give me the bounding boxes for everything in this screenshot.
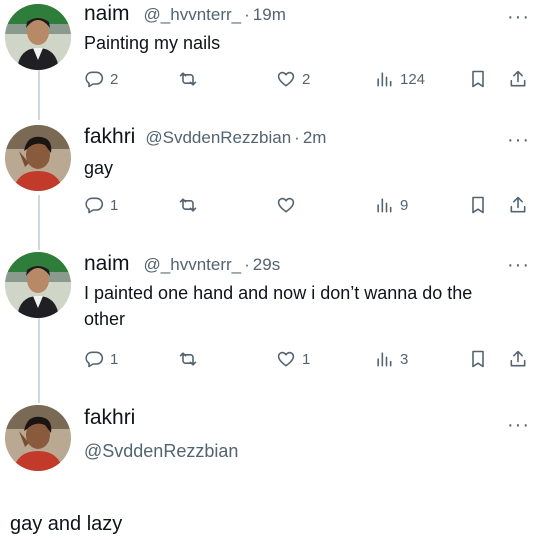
reply-button[interactable]: 2 [84, 66, 118, 92]
tweet-header: naim @_hvvnterr_ · 19m [84, 2, 286, 28]
bookmark-button[interactable] [468, 66, 488, 92]
avatar-naim-image [5, 252, 71, 318]
action-bar: 1 1 3 [84, 346, 530, 372]
views-icon [377, 72, 392, 87]
tweet-text: gay and lazy [10, 513, 123, 535]
reply-button[interactable]: 1 [84, 192, 118, 218]
user-handle[interactable]: @_hvvnterr_ [144, 5, 242, 25]
user-handle[interactable]: @SvddenRezzbian [84, 441, 238, 462]
like-icon [277, 351, 295, 367]
bookmark-icon [472, 196, 484, 214]
share-button[interactable] [508, 346, 528, 372]
views-button[interactable]: 124 [374, 66, 425, 92]
retweet-icon [179, 72, 197, 86]
separator: · [294, 128, 300, 147]
tweet-header: fakhri [84, 406, 149, 432]
view-count: 3 [400, 350, 409, 368]
timestamp[interactable]: 19m [253, 5, 286, 25]
bookmark-button[interactable] [468, 192, 488, 218]
more-icon[interactable]: ··· [507, 130, 530, 150]
more-icon[interactable]: ··· [507, 415, 530, 435]
reply-icon [85, 71, 104, 88]
bookmark-icon [472, 350, 484, 368]
tweet[interactable]: naim @_hvvnterr_ · 19m ··· Painting my n… [0, 0, 540, 110]
tweet-header: fakhri @SvddenRezzbian · 2m [84, 125, 326, 151]
like-count: 1 [302, 350, 311, 368]
like-count: 2 [302, 70, 311, 88]
tweet-header: naim @_hvvnterr_ · 29s [84, 252, 280, 278]
tweet-text: Painting my nails [84, 33, 221, 53]
bookmark-button[interactable] [468, 346, 488, 372]
views-button[interactable]: 3 [374, 346, 408, 372]
user-handle[interactable]: @_hvvnterr_ [144, 255, 242, 275]
views-button[interactable]: 9 [374, 192, 408, 218]
bookmark-icon [472, 70, 484, 88]
avatar[interactable] [5, 125, 71, 191]
like-button[interactable]: 2 [276, 66, 310, 92]
action-bar: 1 9 [84, 192, 530, 218]
reply-count: 1 [110, 350, 119, 368]
like-button[interactable]: 1 [276, 346, 310, 372]
like-icon [277, 71, 295, 87]
timestamp[interactable]: 2m [303, 128, 327, 148]
retweet-icon [179, 352, 197, 366]
share-icon [510, 70, 526, 87]
reply-button[interactable]: 1 [84, 346, 118, 372]
retweet-button[interactable] [178, 346, 198, 372]
like-icon [277, 197, 295, 213]
views-icon [377, 198, 392, 213]
user-handle[interactable]: @SvddenRezzbian [145, 128, 291, 148]
reply-icon [85, 197, 104, 214]
view-count: 9 [400, 196, 409, 214]
avatar-fakhri-image [5, 405, 71, 471]
retweet-button[interactable] [178, 66, 198, 92]
avatar[interactable] [5, 252, 71, 318]
like-button[interactable] [276, 192, 296, 218]
display-name[interactable]: naim [84, 2, 130, 26]
views-icon [377, 352, 392, 367]
reply-author[interactable]: fakhri ··· @SvddenRezzbian [0, 400, 540, 480]
action-bar: 2 2 124 [84, 66, 530, 92]
separator: · [244, 5, 250, 24]
avatar-fakhri-image [5, 125, 71, 191]
timestamp[interactable]: 29s [253, 255, 280, 275]
tweet[interactable]: fakhri @SvddenRezzbian · 2m ··· gay 1 9 [0, 120, 540, 230]
avatar[interactable] [5, 4, 71, 70]
share-icon [510, 196, 526, 213]
tweet[interactable]: naim @_hvvnterr_ · 29s ··· I painted one… [0, 248, 540, 383]
reply-count: 1 [110, 196, 119, 214]
view-count: 124 [400, 70, 426, 88]
avatar-naim-image [5, 4, 71, 70]
separator: · [244, 255, 250, 274]
avatar[interactable] [5, 405, 71, 471]
retweet-button[interactable] [178, 192, 198, 218]
more-icon[interactable]: ··· [507, 255, 530, 275]
tweet-text: I painted one hand and now i don’t wanna… [84, 283, 473, 329]
display-name[interactable]: fakhri [84, 125, 135, 149]
display-name[interactable]: naim [84, 252, 130, 276]
share-button[interactable] [508, 66, 528, 92]
share-icon [510, 350, 526, 367]
more-icon[interactable]: ··· [507, 7, 530, 27]
reply-count: 2 [110, 70, 119, 88]
tweet-text: gay [84, 158, 114, 178]
share-button[interactable] [508, 192, 528, 218]
display-name[interactable]: fakhri [84, 406, 135, 430]
reply-icon [85, 351, 104, 368]
retweet-icon [179, 198, 197, 212]
